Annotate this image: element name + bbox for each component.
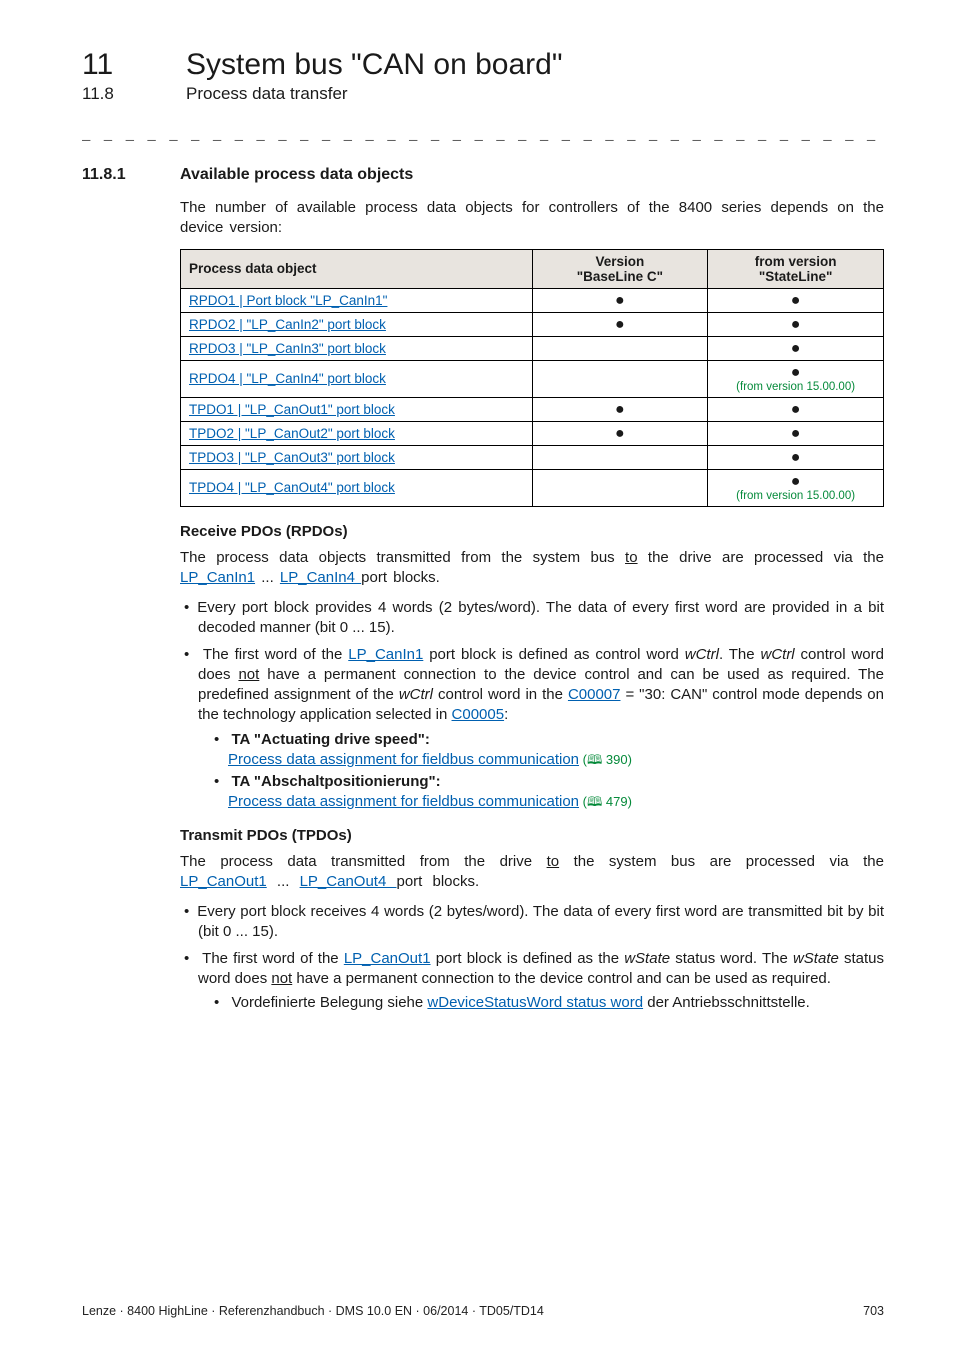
separator: _ _ _ _ _ _ _ _ _ _ _ _ _ _ _ _ _ _ _ _ … — [82, 128, 884, 144]
link-wdevicestatusword[interactable]: wDeviceStatusWord status word — [427, 994, 643, 1011]
table-header-baseline: Version"BaseLine C" — [532, 249, 708, 288]
table-row: TPDO3 | "LP_CanOut3" port block ● — [181, 445, 884, 469]
link-lp-canin1-b[interactable]: LP_CanIn1 — [348, 646, 423, 663]
table-row: RPDO2 | "LP_CanIn2" port block ●● — [181, 312, 884, 336]
pdo-link[interactable]: RPDO3 | "LP_CanIn3" port block — [189, 341, 386, 356]
stateline-cell: ●(from version 15.00.00) — [708, 360, 884, 397]
chapter-number: 11 — [82, 48, 150, 82]
link-lp-canin1[interactable]: LP_CanIn1 — [180, 569, 255, 586]
list-item: TA "Actuating drive speed": Process data… — [212, 730, 884, 771]
intro-paragraph: The number of available process data obj… — [180, 198, 884, 239]
list-item: Vordefinierte Belegung siehe wDeviceStat… — [212, 993, 884, 1013]
table-row: TPDO1 | "LP_CanOut1" port block ●● — [181, 397, 884, 421]
baseline-cell — [532, 336, 708, 360]
list-item: The first word of the LP_CanOut1 port bl… — [180, 949, 884, 1014]
baseline-cell — [532, 360, 708, 397]
stateline-cell: ● — [708, 445, 884, 469]
stateline-cell: ● — [708, 421, 884, 445]
list-item: The first word of the LP_CanIn1 port blo… — [180, 645, 884, 813]
baseline-cell — [532, 469, 708, 506]
table-row: RPDO3 | "LP_CanIn3" port block ● — [181, 336, 884, 360]
pdo-link[interactable]: TPDO1 | "LP_CanOut1" port block — [189, 402, 395, 417]
stateline-cell: ● — [708, 397, 884, 421]
tpdo-heading: Transmit PDOs (TPDOs) — [180, 827, 884, 844]
pdo-link[interactable]: TPDO2 | "LP_CanOut2" port block — [189, 426, 395, 441]
link-lp-canout4[interactable]: LP_CanOut4 — [300, 873, 397, 890]
tpdo-intro: The process data transmitted from the dr… — [180, 852, 884, 893]
link-pda-abschalt[interactable]: Process data assignment for fieldbus com… — [228, 793, 579, 810]
subchapter-title: Process data transfer — [186, 84, 348, 104]
footer-left: Lenze · 8400 HighLine · Referenzhandbuch… — [82, 1304, 544, 1318]
link-lp-canout1-b[interactable]: LP_CanOut1 — [344, 950, 431, 967]
list-item: Every port block provides 4 words (2 byt… — [180, 598, 884, 639]
baseline-cell — [532, 445, 708, 469]
footer-page-number: 703 — [863, 1304, 884, 1318]
table-row: TPDO2 | "LP_CanOut2" port block ●● — [181, 421, 884, 445]
stateline-cell: ● — [708, 312, 884, 336]
stateline-cell: ● — [708, 288, 884, 312]
stateline-cell: ●(from version 15.00.00) — [708, 469, 884, 506]
chapter-title: System bus "CAN on board" — [186, 48, 562, 82]
link-lp-canin4[interactable]: LP_CanIn4 — [280, 569, 361, 586]
pdo-link[interactable]: RPDO1 | Port block "LP_CanIn1" — [189, 293, 387, 308]
pdo-link[interactable]: RPDO2 | "LP_CanIn2" port block — [189, 317, 386, 332]
baseline-cell: ● — [532, 288, 708, 312]
pdo-link[interactable]: TPDO4 | "LP_CanOut4" port block — [189, 480, 395, 495]
baseline-cell: ● — [532, 421, 708, 445]
rpdo-heading: Receive PDOs (RPDOs) — [180, 523, 884, 540]
pdo-link[interactable]: RPDO4 | "LP_CanIn4" port block — [189, 371, 386, 386]
list-item: Every port block receives 4 words (2 byt… — [180, 902, 884, 943]
section-number: 11.8.1 — [82, 166, 150, 184]
pdo-link[interactable]: TPDO3 | "LP_CanOut3" port block — [189, 450, 395, 465]
link-c00007[interactable]: C00007 — [568, 686, 621, 703]
table-row: RPDO1 | Port block "LP_CanIn1" ●● — [181, 288, 884, 312]
table-header-stateline: from version"StateLine" — [708, 249, 884, 288]
link-lp-canout1[interactable]: LP_CanOut1 — [180, 873, 267, 890]
baseline-cell: ● — [532, 397, 708, 421]
pdo-table: Process data object Version"BaseLine C" … — [180, 249, 884, 507]
stateline-cell: ● — [708, 336, 884, 360]
list-item: TA "Abschaltpositionierung": Process dat… — [212, 772, 884, 813]
table-row: RPDO4 | "LP_CanIn4" port block ●(from ver… — [181, 360, 884, 397]
link-pda-speed[interactable]: Process data assignment for fieldbus com… — [228, 751, 579, 768]
table-row: TPDO4 | "LP_CanOut4" port block ●(from ve… — [181, 469, 884, 506]
table-header-object: Process data object — [181, 249, 533, 288]
subchapter-number: 11.8 — [82, 84, 150, 104]
baseline-cell: ● — [532, 312, 708, 336]
section-title: Available process data objects — [180, 166, 413, 184]
rpdo-intro: The process data objects transmitted fro… — [180, 548, 884, 589]
link-c00005[interactable]: C00005 — [452, 706, 505, 723]
